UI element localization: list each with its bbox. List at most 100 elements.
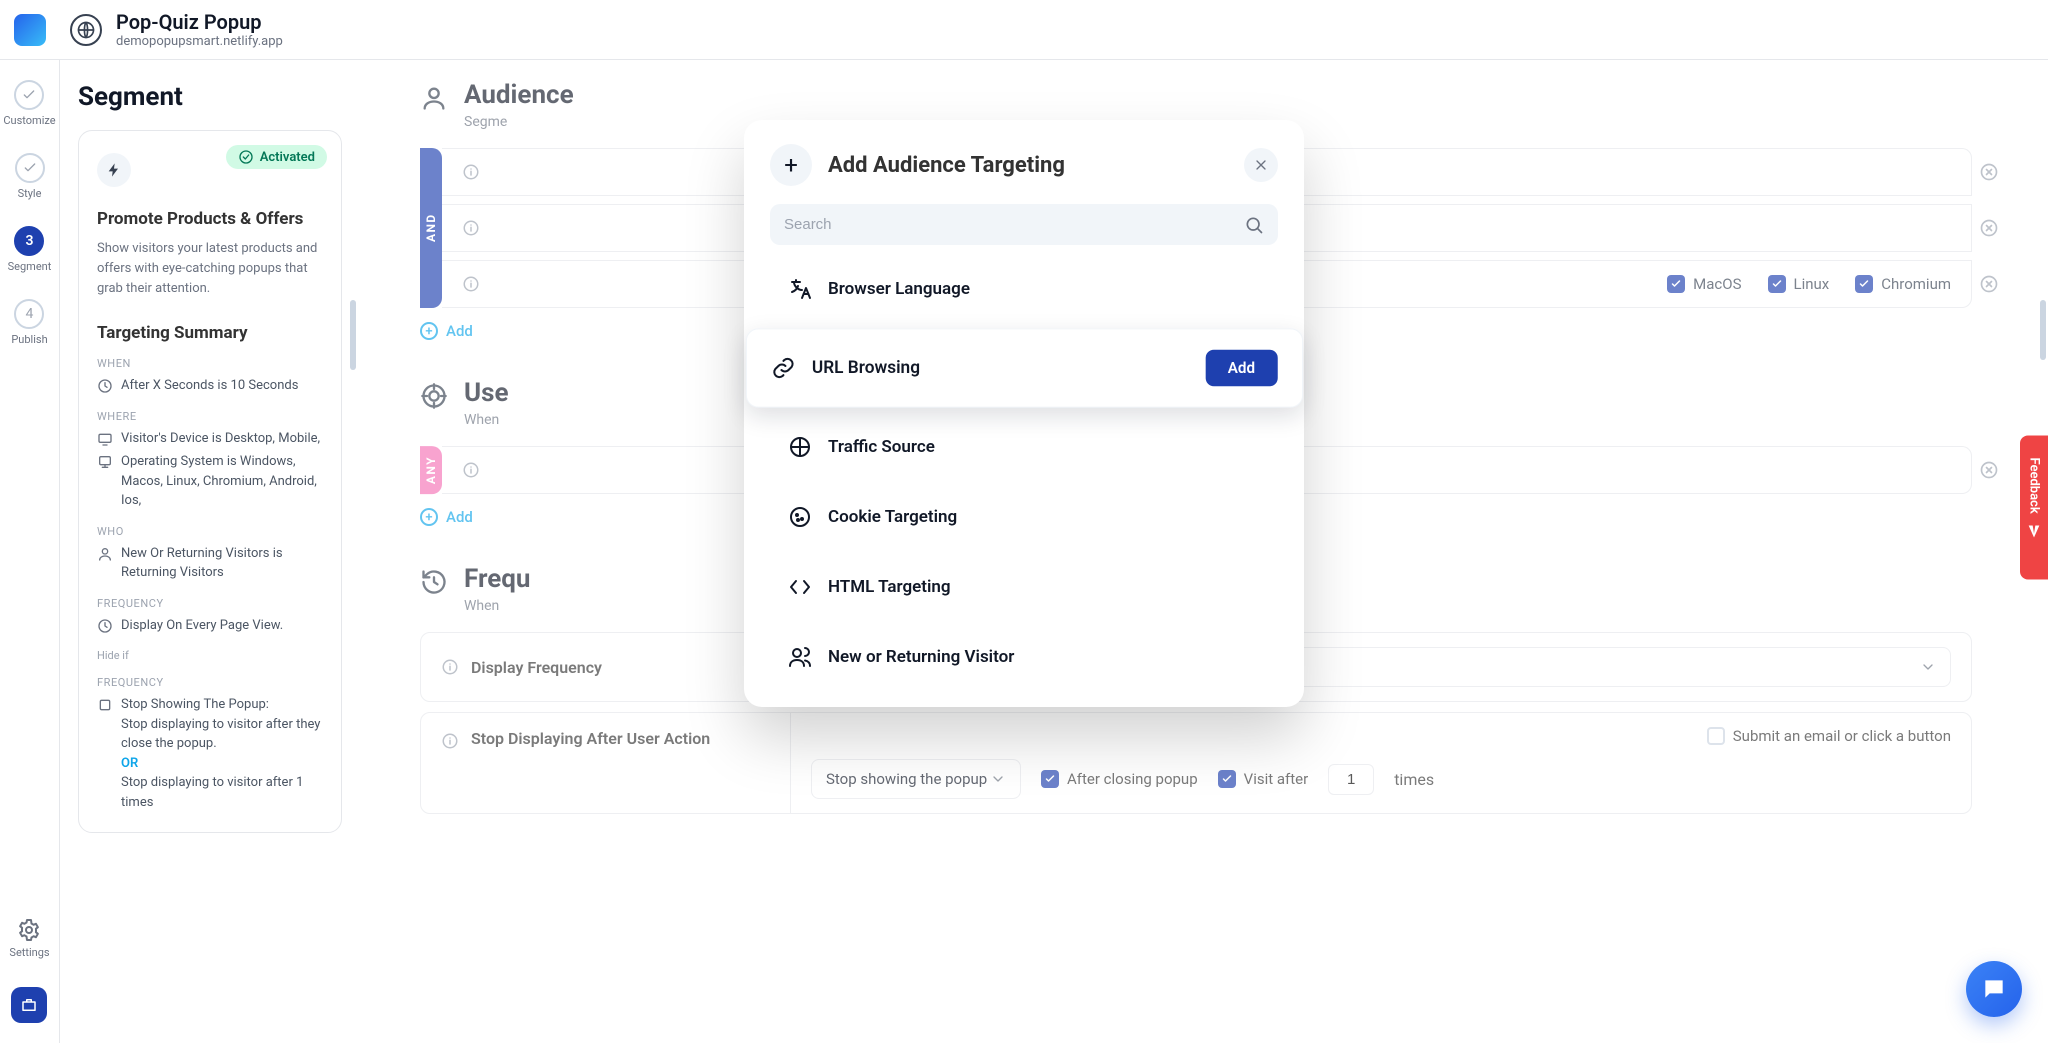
header-title-block: Pop-Quiz Popup demopopupsmart.netlify.ap… (116, 10, 283, 49)
who-row: New Or Returning Visitors is Returning V… (97, 544, 323, 583)
audience-sub: Segme (464, 114, 574, 130)
rail-style[interactable]: Style (15, 153, 45, 200)
info-icon[interactable] (462, 275, 480, 293)
check-label: After closing popup (1067, 770, 1198, 788)
remove-icon[interactable] (1979, 274, 1999, 294)
panel-scrollbar[interactable] (350, 300, 356, 370)
check-label: Visit after (1244, 770, 1309, 788)
check-submit[interactable]: Submit an email or click a button (1707, 727, 1951, 745)
frequency-sub: When (464, 598, 531, 614)
panel-heading: Segment (78, 82, 342, 112)
stop-showing-dropdown[interactable]: Stop showing the popup (811, 759, 1021, 799)
rail-segment[interactable]: 3 Segment (8, 226, 52, 273)
rail-label: Publish (11, 333, 47, 346)
check-label: MacOS (1693, 275, 1741, 293)
check-circle-icon (238, 149, 254, 165)
info-icon[interactable] (441, 658, 459, 676)
app-logo-wrap (0, 0, 60, 60)
check-linux[interactable]: Linux (1768, 275, 1830, 293)
segment-card: Activated Promote Products & Offers Show… (78, 130, 342, 833)
option-cookie-targeting[interactable]: Cookie Targeting (770, 487, 1278, 547)
check-chromium[interactable]: Chromium (1855, 275, 1951, 293)
check-label: Linux (1794, 275, 1830, 293)
repeat-icon (97, 618, 113, 634)
freq-text: Display On Every Page View. (121, 616, 283, 636)
info-icon[interactable] (462, 461, 480, 479)
check-icon (15, 153, 45, 183)
remove-icon[interactable] (1979, 460, 1999, 480)
option-browser-language[interactable]: Browser Language (770, 259, 1278, 319)
who-label: WHO (97, 525, 323, 538)
rail-customize[interactable]: Customize (3, 80, 55, 127)
hide-or: OR (121, 756, 138, 771)
option-label: HTML Targeting (828, 577, 951, 597)
cookie-icon (788, 505, 812, 529)
where-text-1: Visitor's Device is Desktop, Mobile, (121, 429, 320, 449)
freq-label-2: FREQUENCY (97, 676, 323, 689)
row-label: Stop Displaying After User Action (471, 729, 710, 748)
step-number: 4 (14, 299, 44, 329)
search-icon (1244, 215, 1264, 235)
option-label: Cookie Targeting (828, 507, 957, 527)
option-label: URL Browsing (812, 358, 920, 378)
rail-settings[interactable]: Settings (9, 918, 49, 959)
promo-desc: Show visitors your latest products and o… (97, 239, 323, 299)
option-html-targeting[interactable]: HTML Targeting (770, 557, 1278, 617)
option-label: Traffic Source (828, 437, 935, 457)
user-sub: When (464, 412, 509, 428)
remove-icon[interactable] (1979, 162, 1999, 182)
times-label: times (1394, 770, 1434, 789)
page-title: Pop-Quiz Popup (116, 10, 283, 34)
add-targeting-modal: + Add Audience Targeting Browser Languag… (744, 120, 1304, 707)
feedback-tab[interactable]: Feedback (2020, 435, 2048, 579)
stop-icon (97, 697, 113, 713)
check-macos[interactable]: MacOS (1667, 275, 1741, 293)
user-title: Use (464, 378, 509, 408)
os-icon (97, 454, 113, 470)
plus-icon: + (420, 322, 438, 340)
and-strip[interactable]: AND (420, 148, 442, 308)
code-icon (788, 575, 812, 599)
user-icon (97, 546, 113, 562)
device-icon (97, 431, 113, 447)
hideif-label: Hide if (97, 649, 323, 662)
check-visit-after[interactable]: Visit after (1218, 770, 1309, 788)
dropdown-value: Stop showing the popup (826, 770, 987, 788)
remove-icon[interactable] (1979, 218, 1999, 238)
send-icon (2026, 523, 2042, 539)
option-new-returning[interactable]: New or Returning Visitor (770, 627, 1278, 687)
option-traffic-source[interactable]: Traffic Source (770, 417, 1278, 477)
option-add-button[interactable]: Add (1205, 350, 1277, 387)
info-icon[interactable] (462, 163, 480, 181)
gear-icon (17, 918, 41, 942)
frequency-title: Frequ (464, 564, 531, 594)
add-link-label: Add (446, 322, 473, 340)
main-scrollbar[interactable] (2040, 300, 2046, 360)
link-icon (771, 356, 795, 380)
targeting-option-list: Browser Language URL Browsing Add Traffi… (770, 259, 1278, 687)
freq-row: Display On Every Page View. (97, 616, 323, 636)
check-after-closing[interactable]: After closing popup (1041, 770, 1198, 788)
row-label: Display Frequency (471, 658, 602, 677)
option-label: Browser Language (828, 279, 970, 299)
hide-text-block: Stop Showing The Popup: Stop displaying … (121, 695, 323, 812)
info-icon[interactable] (462, 219, 480, 237)
any-strip[interactable]: ANY (420, 446, 442, 494)
info-icon[interactable] (441, 732, 459, 750)
visit-count-input[interactable] (1328, 764, 1374, 795)
promo-title: Promote Products & Offers (97, 209, 323, 229)
option-url-browsing[interactable]: URL Browsing Add (746, 328, 1303, 407)
modal-search-input[interactable] (770, 204, 1278, 245)
add-link-label: Add (446, 508, 473, 526)
modal-close-button[interactable] (1244, 148, 1278, 182)
app-logo[interactable] (14, 14, 46, 46)
hide-title: Stop Showing The Popup: (121, 697, 269, 712)
bolt-icon (97, 153, 131, 187)
check-icon (14, 80, 44, 110)
chat-fab[interactable] (1966, 961, 2022, 1017)
toolbox-button[interactable] (11, 987, 47, 1023)
rail-publish[interactable]: 4 Publish (11, 299, 47, 346)
when-label: WHEN (97, 357, 323, 370)
hide-line-2: Stop displaying to visitor after 1 times (121, 775, 303, 810)
globe-icon[interactable] (70, 14, 102, 46)
